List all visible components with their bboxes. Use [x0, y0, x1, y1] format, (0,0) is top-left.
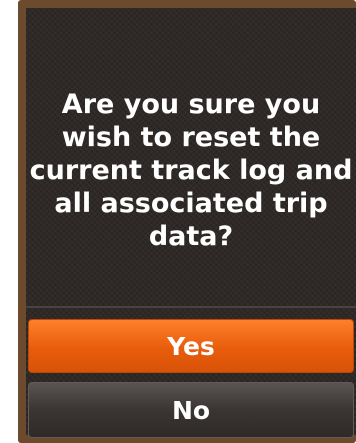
no-button[interactable]: No	[28, 382, 354, 438]
no-button-label: No	[171, 395, 211, 425]
yes-button-label: Yes	[167, 331, 215, 361]
confirm-dialog: Are you sure you wish to reset the curre…	[26, 8, 356, 438]
yes-button[interactable]: Yes	[28, 319, 354, 373]
divider	[26, 306, 356, 308]
confirm-message: Are you sure you wish to reset the curre…	[29, 89, 353, 252]
